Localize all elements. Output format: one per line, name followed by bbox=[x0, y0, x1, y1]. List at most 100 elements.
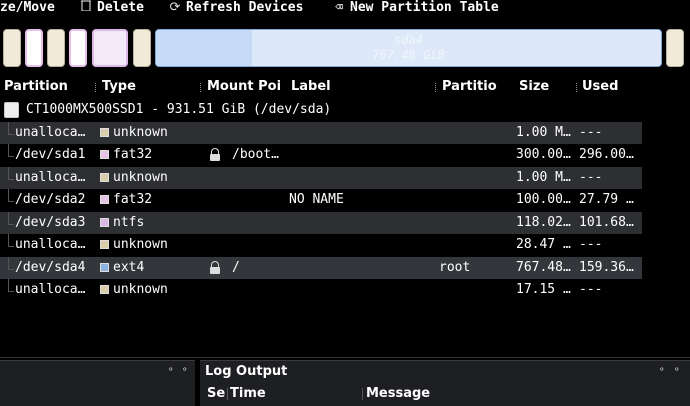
cell-type: unknown bbox=[113, 125, 168, 140]
clear-icon: ⌫ bbox=[335, 0, 343, 15]
cell-size: 100.00… bbox=[516, 192, 571, 207]
disk-icon bbox=[4, 102, 19, 118]
map-segment-sda3[interactable] bbox=[92, 29, 128, 67]
device-row[interactable]: CT1000MX500SSD1 - 931.51 GiB (/dev/sda) bbox=[0, 100, 690, 120]
table-row-selected[interactable]: /dev/sda4 ext4 / root 767.48… 159.36… bbox=[0, 257, 642, 279]
column-separator[interactable] bbox=[200, 83, 203, 92]
column-separator[interactable] bbox=[362, 388, 363, 400]
cell-used: 296.00… bbox=[579, 147, 634, 162]
map-segment-sda1[interactable] bbox=[25, 29, 43, 67]
cell-used: 159.36… bbox=[579, 260, 634, 275]
type-color-swatch bbox=[100, 240, 109, 249]
table-row[interactable]: unalloca… unknown 1.00 M… --- bbox=[0, 167, 642, 189]
log-header-time[interactable]: Time bbox=[230, 385, 360, 403]
cell-partition: /dev/sda3 bbox=[15, 215, 86, 230]
type-color-swatch bbox=[100, 128, 109, 137]
cell-size: 767.48… bbox=[516, 260, 571, 275]
cell-size: 28.47 … bbox=[516, 237, 571, 252]
cell-partition: unalloca… bbox=[15, 282, 86, 297]
pin-icon[interactable]: ⚬ bbox=[167, 365, 175, 375]
pending-operations-panel: ⚬ ⚬ bbox=[0, 360, 195, 406]
new-table-label: New Partition Table bbox=[350, 0, 499, 15]
cell-label: NO NAME bbox=[289, 192, 344, 207]
header-size[interactable]: Size bbox=[519, 78, 574, 96]
refresh-devices-button[interactable]: ⟳ Refresh Devices bbox=[168, 0, 304, 17]
delete-label: Delete bbox=[97, 0, 144, 15]
tree-connector bbox=[8, 257, 14, 270]
cell-type: unknown bbox=[113, 282, 168, 297]
cell-used: --- bbox=[579, 125, 603, 140]
header-mount-point[interactable]: Mount Poi bbox=[207, 78, 283, 96]
cell-used: --- bbox=[579, 282, 603, 297]
cell-mount-point: /boot… bbox=[232, 147, 279, 162]
cell-size: 1.00 M… bbox=[516, 170, 571, 185]
cell-partition: unalloca… bbox=[15, 125, 86, 140]
table-row[interactable]: unalloca… unknown 1.00 M… --- bbox=[0, 122, 642, 144]
log-output-panel: Log Output ⚬ ⚬ Se Time Message bbox=[200, 360, 690, 406]
map-segment-unallocated[interactable] bbox=[3, 29, 21, 67]
column-separator[interactable] bbox=[95, 83, 98, 92]
delete-button[interactable]: Delete bbox=[79, 0, 144, 17]
type-color-swatch bbox=[100, 285, 109, 294]
cell-size: 17.15 … bbox=[516, 282, 571, 297]
table-row[interactable]: unalloca… unknown 17.15 … --- bbox=[0, 279, 642, 301]
type-color-swatch bbox=[100, 150, 109, 159]
log-header-message[interactable]: Message bbox=[366, 385, 666, 403]
table-row[interactable]: unalloca… unknown 28.47 … --- bbox=[0, 234, 642, 256]
map-segment-name: sda4 bbox=[394, 33, 423, 47]
type-color-swatch bbox=[100, 263, 109, 272]
toolbar: ze/Move Delete ⟳ Refresh Devices ⌫ New Par… bbox=[0, 0, 690, 18]
tree-connector bbox=[8, 189, 14, 202]
pane-divider[interactable] bbox=[0, 357, 690, 358]
new-partition-table-button[interactable]: ⌫ New Partition Table bbox=[332, 0, 499, 17]
header-partition[interactable]: Partition bbox=[4, 78, 92, 96]
column-separator[interactable] bbox=[435, 83, 438, 92]
map-segment-unallocated[interactable] bbox=[47, 29, 65, 67]
header-used[interactable]: Used bbox=[582, 78, 642, 96]
cell-type: fat32 bbox=[113, 192, 153, 207]
table-row[interactable]: /dev/sda3 ntfs 118.02… 101.68… bbox=[0, 212, 642, 234]
cell-used: 101.68… bbox=[579, 215, 634, 230]
cell-size: 118.02… bbox=[516, 215, 571, 230]
resize-move-button[interactable]: ze/Move bbox=[0, 0, 55, 17]
type-color-swatch bbox=[100, 218, 109, 227]
column-separator[interactable] bbox=[227, 388, 228, 400]
tree-connector bbox=[8, 144, 14, 157]
close-icon[interactable]: ⚬ bbox=[673, 365, 681, 375]
trash-icon bbox=[79, 0, 93, 17]
cell-partition: /dev/sda1 bbox=[15, 147, 86, 162]
map-segment-unallocated[interactable] bbox=[666, 29, 684, 67]
header-type[interactable]: Type bbox=[102, 78, 198, 96]
map-segment-sda2[interactable] bbox=[69, 29, 87, 67]
type-color-swatch bbox=[100, 195, 109, 204]
cell-type: ntfs bbox=[113, 215, 145, 230]
cell-size: 1.00 M… bbox=[516, 125, 571, 140]
tree-connector bbox=[8, 122, 14, 135]
refresh-label: Refresh Devices bbox=[186, 0, 304, 15]
cell-partition-name: root bbox=[439, 260, 471, 275]
cell-partition: unalloca… bbox=[15, 170, 86, 185]
table-row[interactable]: /dev/sda2 fat32 NO NAME 100.00… 27.79 … bbox=[0, 189, 642, 211]
cell-used: --- bbox=[579, 237, 603, 252]
pin-icon[interactable]: ⚬ bbox=[658, 365, 666, 375]
cell-type: unknown bbox=[113, 170, 168, 185]
map-segment-unallocated[interactable] bbox=[133, 29, 151, 67]
cell-mount-point: / bbox=[232, 260, 240, 275]
log-header-severity[interactable]: Se bbox=[207, 385, 225, 403]
header-partition-name[interactable]: Partitio bbox=[442, 78, 513, 96]
cell-partition: unalloca… bbox=[15, 237, 86, 252]
map-segment-sda4[interactable]: sda4 767.48 GiB bbox=[155, 29, 662, 67]
cell-type: ext4 bbox=[113, 260, 145, 275]
cell-size: 300.00… bbox=[516, 147, 571, 162]
header-label[interactable]: Label bbox=[291, 78, 431, 96]
tree-connector bbox=[8, 167, 14, 180]
cell-partition: /dev/sda2 bbox=[15, 192, 86, 207]
column-separator[interactable] bbox=[576, 83, 579, 92]
table-row[interactable]: /dev/sda1 fat32 /boot… 300.00… 296.00… bbox=[0, 144, 642, 166]
tree-connector bbox=[8, 212, 14, 225]
refresh-icon: ⟳ bbox=[169, 0, 181, 15]
partition-map: sda4 767.48 GiB bbox=[0, 28, 690, 70]
close-icon[interactable]: ⚬ bbox=[181, 365, 189, 375]
cell-used: 27.79 … bbox=[579, 192, 634, 207]
map-segment-size: 767.48 GiB bbox=[372, 48, 445, 62]
